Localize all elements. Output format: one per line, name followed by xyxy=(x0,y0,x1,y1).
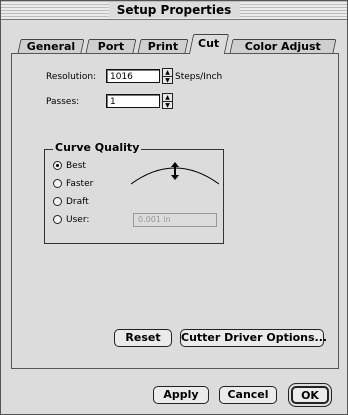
reset-button[interactable]: Reset xyxy=(114,329,172,347)
setup-properties-window: Setup Properties General Port Print Cut … xyxy=(0,0,348,415)
tab-print-label: Print xyxy=(147,40,178,53)
radio-faster-label: Faster xyxy=(66,179,94,189)
ok-button[interactable]: OK xyxy=(289,384,331,406)
radio-faster-icon[interactable] xyxy=(53,179,62,188)
curve-quality-group: Curve Quality Best Faster Draft User: 0.… xyxy=(44,141,224,244)
radio-draft-label: Draft xyxy=(66,197,89,207)
apply-button[interactable]: Apply xyxy=(153,386,209,404)
tab-cut[interactable]: Cut xyxy=(188,34,230,54)
curve-preview-icon xyxy=(130,162,220,185)
stepper-down-icon[interactable]: ▼ xyxy=(163,101,172,109)
stepper-up-icon[interactable]: ▲ xyxy=(163,69,172,76)
stepper-down-icon[interactable]: ▼ xyxy=(163,76,172,84)
radio-best[interactable]: Best xyxy=(53,160,86,172)
radio-user-label: User: xyxy=(66,215,90,225)
radio-best-label: Best xyxy=(66,161,86,171)
radio-best-icon[interactable] xyxy=(53,161,62,170)
cut-panel: Resolution: 1016 ▲ ▼ Steps/Inch Passes: … xyxy=(11,53,339,369)
resolution-label: Resolution: xyxy=(46,72,97,82)
tab-print[interactable]: Print xyxy=(137,39,189,53)
tab-port-label: Port xyxy=(97,40,124,53)
passes-stepper[interactable]: ▲ ▼ xyxy=(162,93,173,109)
radio-draft[interactable]: Draft xyxy=(53,196,89,208)
resolution-field[interactable]: 1016 xyxy=(106,69,160,83)
cutter-driver-options-button[interactable]: Cutter Driver Options... xyxy=(180,329,327,347)
tab-cut-label: Cut xyxy=(198,37,220,50)
passes-field[interactable]: 1 xyxy=(106,94,160,108)
title-bar[interactable]: Setup Properties xyxy=(1,1,347,20)
resolution-stepper[interactable]: ▲ ▼ xyxy=(162,68,173,84)
tab-general[interactable]: General xyxy=(17,39,85,53)
tab-general-label: General xyxy=(26,40,75,53)
passes-label: Passes: xyxy=(46,97,80,107)
radio-user[interactable]: User: xyxy=(53,214,89,226)
user-curve-field: 0.001 in xyxy=(133,213,217,227)
radio-faster[interactable]: Faster xyxy=(53,178,93,190)
radio-user-icon[interactable] xyxy=(53,215,62,224)
stepper-up-icon[interactable]: ▲ xyxy=(163,94,172,101)
cancel-button[interactable]: Cancel xyxy=(219,386,277,404)
window-title: Setup Properties xyxy=(108,2,240,18)
tab-color-adjust[interactable]: Color Adjust xyxy=(229,39,337,53)
tab-port[interactable]: Port xyxy=(85,39,137,53)
radio-draft-icon[interactable] xyxy=(53,197,62,206)
tab-color-adjust-label: Color Adjust xyxy=(244,40,321,53)
resolution-units: Steps/Inch xyxy=(175,72,223,82)
curve-quality-title: Curve Quality xyxy=(53,141,142,154)
